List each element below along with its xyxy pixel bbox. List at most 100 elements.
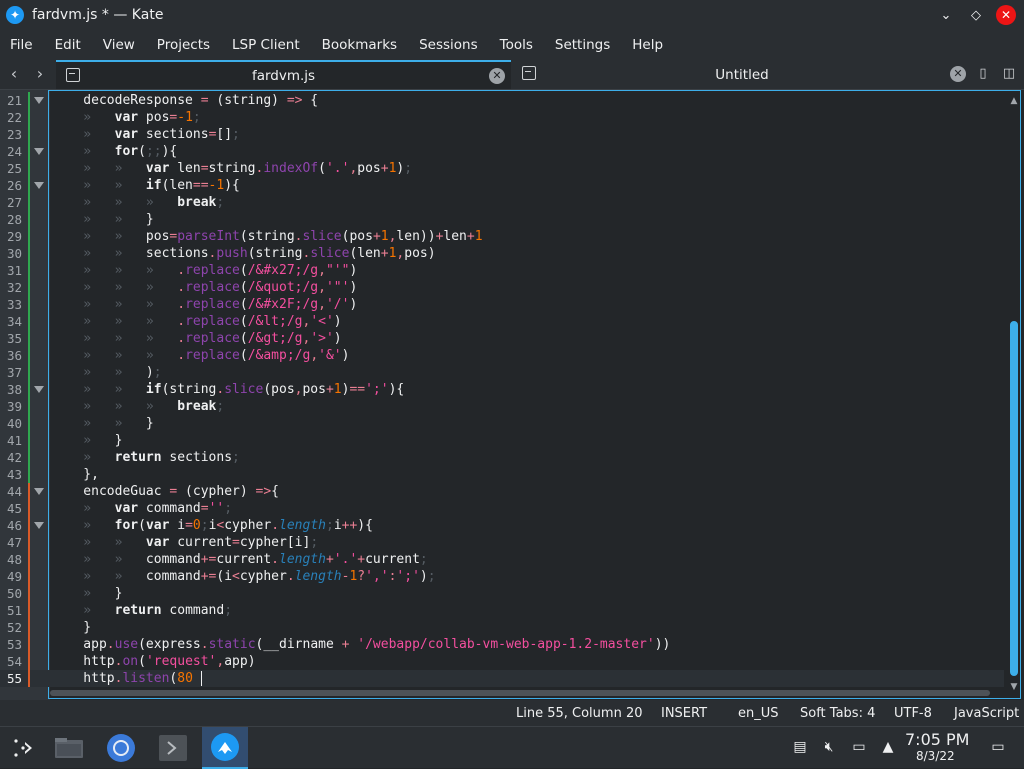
code-text[interactable]: » return command; <box>52 602 232 619</box>
code-line[interactable]: 51 » return command; <box>0 602 1004 619</box>
menu-settings[interactable]: Settings <box>545 37 622 53</box>
tab-fardvm-js[interactable]: fardvm.js ✕ <box>56 60 511 89</box>
code-line[interactable]: 24 » for(;;){ <box>0 143 1004 160</box>
code-text[interactable]: » var sections=[]; <box>52 126 240 143</box>
encoding-selector[interactable]: UTF-8 <box>894 706 932 721</box>
code-text[interactable]: » for(var i=0;i<cypher.length;i++){ <box>52 517 373 534</box>
code-area[interactable]: 21 decodeResponse = (string) => {22 » va… <box>0 92 1004 687</box>
code-text[interactable]: » » command+=(i<cypher.length-1?',':';')… <box>52 568 435 585</box>
code-line[interactable]: 44 encodeGuac = (cypher) =>{ <box>0 483 1004 500</box>
code-text[interactable]: » » command+=current.length+'.'+current; <box>52 551 427 568</box>
code-line[interactable]: 49 » » command+=(i<cypher.length-1?',':'… <box>0 568 1004 585</box>
back-arrow-icon[interactable]: ‹ <box>4 64 24 84</box>
code-line[interactable]: 47 » » var current=cypher[i]; <box>0 534 1004 551</box>
close-tab-icon[interactable]: ✕ <box>489 68 505 84</box>
code-text[interactable]: app.use(express.static(__dirname + '/web… <box>52 636 670 653</box>
new-document-icon[interactable]: ▯ <box>974 64 992 84</box>
code-line[interactable]: 31 » » » .replace(/&#x27;/g,"'") <box>0 262 1004 279</box>
code-line[interactable]: 50 » } <box>0 585 1004 602</box>
code-line[interactable]: 36 » » » .replace(/&amp;/g,'&') <box>0 347 1004 364</box>
scroll-up-arrow-icon[interactable]: ▲ <box>1008 96 1020 106</box>
cursor-position[interactable]: Line 55, Column 20 <box>516 706 643 721</box>
menu-lsp-client[interactable]: LSP Client <box>222 37 312 53</box>
code-text[interactable]: » » » .replace(/&quot;/g,'"') <box>52 279 357 296</box>
code-text[interactable]: http.listen(80 <box>52 670 202 687</box>
close-window-button[interactable]: ✕ <box>996 5 1016 25</box>
code-text[interactable]: » » ); <box>52 364 161 381</box>
menu-tools[interactable]: Tools <box>490 37 545 53</box>
menu-edit[interactable]: Edit <box>45 37 93 53</box>
code-line[interactable]: 42 » return sections; <box>0 449 1004 466</box>
code-line[interactable]: 32 » » » .replace(/&quot;/g,'"') <box>0 279 1004 296</box>
code-line[interactable]: 28 » » } <box>0 211 1004 228</box>
code-text[interactable]: » » » .replace(/&amp;/g,'&') <box>52 347 349 364</box>
code-text[interactable]: » » » .replace(/&lt;/g,'<') <box>52 313 341 330</box>
code-text[interactable]: » » » .replace(/&gt;/g,'>') <box>52 330 341 347</box>
code-line[interactable]: 23 » var sections=[]; <box>0 126 1004 143</box>
code-text[interactable]: » » sections.push(string.slice(len+1,pos… <box>52 245 435 262</box>
code-text[interactable]: » » » .replace(/&#x2F;/g,'/') <box>52 296 357 313</box>
code-line[interactable]: 27 » » » break; <box>0 194 1004 211</box>
kate-app-icon[interactable]: ✦ <box>6 6 24 24</box>
dictionary-selector[interactable]: en_US <box>738 706 779 721</box>
code-text[interactable]: » » if(string.slice(pos,pos+1)==';'){ <box>52 381 404 398</box>
maximize-button[interactable]: ◇ <box>966 5 986 25</box>
code-line[interactable]: 41 » } <box>0 432 1004 449</box>
vertical-scrollbar[interactable]: ▲ ▼ <box>1010 96 1018 692</box>
fold-arrow-icon[interactable] <box>34 182 44 189</box>
code-line[interactable]: 46 » for(var i=0;i<cypher.length;i++){ <box>0 517 1004 534</box>
fold-arrow-icon[interactable] <box>34 522 44 529</box>
scroll-down-arrow-icon[interactable]: ▼ <box>1008 682 1020 692</box>
code-line[interactable]: 43 }, <box>0 466 1004 483</box>
language-mode[interactable]: JavaScript <box>954 706 1019 721</box>
network-icon[interactable]: ▭ <box>851 739 867 755</box>
kate-taskbar-icon[interactable] <box>202 727 248 769</box>
code-line[interactable]: 25 » » var len=string.indexOf('.',pos+1)… <box>0 160 1004 177</box>
forward-arrow-icon[interactable]: › <box>30 64 50 84</box>
clock-date[interactable]: 8/3/22 <box>916 749 955 763</box>
code-text[interactable]: » var command=''; <box>52 500 232 517</box>
horizontal-scrollbar-thumb[interactable] <box>50 690 990 696</box>
code-line[interactable]: 55 http.listen(80 <box>0 670 1004 687</box>
code-text[interactable]: » } <box>52 585 122 602</box>
volume-muted-icon[interactable]: 🔇︎ <box>821 739 837 755</box>
menu-help[interactable]: Help <box>622 37 675 53</box>
code-line[interactable]: 52 } <box>0 619 1004 636</box>
tab-untitled[interactable]: Untitled ✕ <box>512 60 972 89</box>
menu-file[interactable]: File <box>0 37 45 53</box>
code-line[interactable]: 53 app.use(express.static(__dirname + '/… <box>0 636 1004 653</box>
chromium-browser-icon[interactable] <box>98 727 144 769</box>
code-text[interactable]: » » pos=parseInt(string.slice(pos+1,len)… <box>52 228 482 245</box>
code-text[interactable]: » » » break; <box>52 194 224 211</box>
code-text[interactable]: » » var current=cypher[i]; <box>52 534 318 551</box>
scrollbar-thumb[interactable] <box>1010 321 1018 676</box>
clock-time[interactable]: 7:05 PM <box>905 730 969 749</box>
code-line[interactable]: 48 » » command+=current.length+'.'+curre… <box>0 551 1004 568</box>
horizontal-scrollbar[interactable] <box>50 690 1000 696</box>
code-line[interactable]: 33 » » » .replace(/&#x2F;/g,'/') <box>0 296 1004 313</box>
code-text[interactable]: » for(;;){ <box>52 143 177 160</box>
menu-projects[interactable]: Projects <box>147 37 222 53</box>
code-line[interactable]: 30 » » sections.push(string.slice(len+1,… <box>0 245 1004 262</box>
code-line[interactable]: 35 » » » .replace(/&gt;/g,'>') <box>0 330 1004 347</box>
split-view-icon[interactable]: ◫ <box>1000 64 1018 84</box>
code-line[interactable]: 39 » » » break; <box>0 398 1004 415</box>
menu-bookmarks[interactable]: Bookmarks <box>312 37 409 53</box>
code-text[interactable]: decodeResponse = (string) => { <box>52 92 318 109</box>
input-mode[interactable]: INSERT <box>661 706 707 721</box>
code-line[interactable]: 22 » var pos=-1; <box>0 109 1004 126</box>
file-manager-icon[interactable] <box>46 727 92 769</box>
code-text[interactable]: encodeGuac = (cypher) =>{ <box>52 483 279 500</box>
minimize-button[interactable]: ⌄ <box>936 5 956 25</box>
code-text[interactable]: » » » break; <box>52 398 224 415</box>
fold-arrow-icon[interactable] <box>34 148 44 155</box>
terminal-icon[interactable] <box>150 727 196 769</box>
fold-arrow-icon[interactable] <box>34 488 44 495</box>
code-text[interactable]: » » } <box>52 415 153 432</box>
menu-view[interactable]: View <box>93 37 147 53</box>
code-text[interactable]: » var pos=-1; <box>52 109 200 126</box>
code-line[interactable]: 34 » » » .replace(/&lt;/g,'<') <box>0 313 1004 330</box>
code-line[interactable]: 29 » » pos=parseInt(string.slice(pos+1,l… <box>0 228 1004 245</box>
code-line[interactable]: 38 » » if(string.slice(pos,pos+1)==';'){ <box>0 381 1004 398</box>
close-tab-icon[interactable]: ✕ <box>950 66 966 82</box>
